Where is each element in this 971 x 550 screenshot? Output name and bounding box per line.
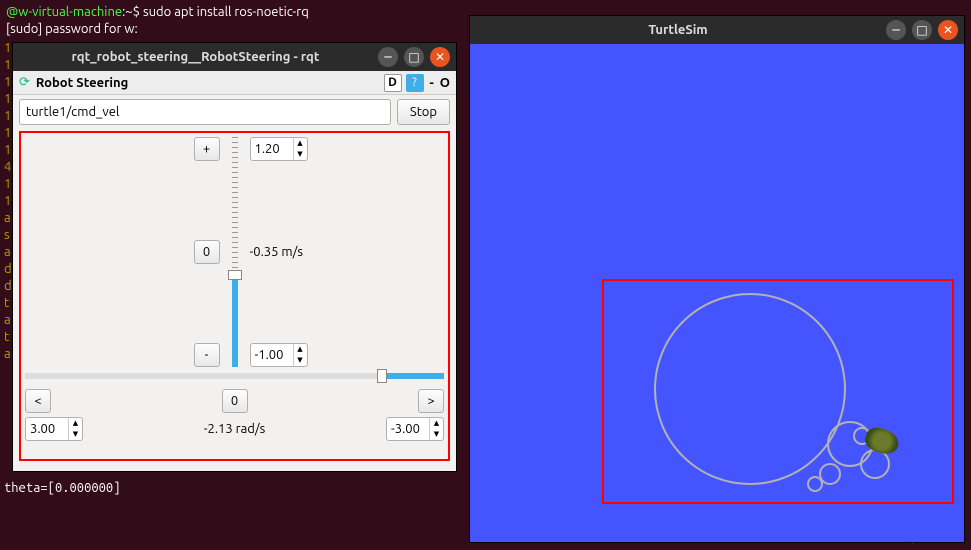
angular-zero-button[interactable]: 0 [222,389,248,413]
panel-label: Robot Steering [36,76,128,90]
angular-max-input[interactable] [26,422,68,436]
dock-button[interactable]: D [384,74,402,92]
spinner-down-icon[interactable]: ▼ [294,355,307,366]
reload-icon[interactable]: ⟳ [19,75,30,90]
spinner-down-icon[interactable]: ▼ [69,429,82,440]
linear-slider[interactable] [232,137,238,367]
spinner-down-icon[interactable]: ▼ [294,149,307,160]
spinner-down-icon[interactable]: ▼ [430,429,443,440]
stop-button[interactable]: Stop [397,99,450,125]
spinner-up-icon[interactable]: ▲ [430,418,443,429]
linear-min-input[interactable] [251,348,293,362]
turtlesim-window: TurtleSim ─ □ ✕ [469,15,965,543]
angular-right-button[interactable]: > [418,389,444,413]
linear-max-spinner[interactable]: ▲▼ [250,137,308,161]
turtlesim-canvas [470,44,964,542]
linear-max-input[interactable] [251,142,293,156]
terminal-theta: theta=[0.000000] [4,480,120,497]
spinner-up-icon[interactable]: ▲ [294,344,307,355]
linear-minus-button[interactable]: - [194,343,220,367]
linear-zero-button[interactable]: 0 [194,240,220,264]
topic-input[interactable] [19,99,391,125]
turtlesim-title: TurtleSim [476,23,880,37]
controls-highlight: + 0 - ▲▼ -0.35 m/s [19,131,450,461]
close-icon[interactable]: ✕ [430,47,450,67]
linear-min-spinner[interactable]: ▲▼ [250,343,308,367]
terminal-left-column: 1111111411asaddtata [4,40,12,363]
close-icon[interactable]: ✕ [938,20,958,40]
rqt-window: rqt_robot_steering__RobotSteering - rqt … [12,42,457,472]
angular-min-spinner[interactable]: ▲▼ [386,417,444,441]
spinner-up-icon[interactable]: ▲ [69,418,82,429]
maximize-icon[interactable]: □ [404,47,424,67]
help-icon[interactable]: ? [406,74,424,92]
turtlesim-titlebar[interactable]: TurtleSim ─ □ ✕ [470,16,964,44]
angular-max-spinner[interactable]: ▲▼ [25,417,83,441]
spinner-up-icon[interactable]: ▲ [294,138,307,149]
minimize-icon[interactable]: ─ [378,47,398,67]
angular-slider[interactable] [25,373,444,379]
minimize-icon[interactable]: ─ [886,20,906,40]
toolbar-minus[interactable]: - [430,76,434,90]
rqt-titlebar[interactable]: rqt_robot_steering__RobotSteering - rqt … [13,43,456,71]
turtlesim-highlight [602,279,954,504]
angular-current: -2.13 rad/s [204,422,266,436]
maximize-icon[interactable]: □ [912,20,932,40]
rqt-title: rqt_robot_steering__RobotSteering - rqt [19,50,372,64]
angular-left-button[interactable]: < [25,389,51,413]
angular-min-input[interactable] [387,422,429,436]
linear-plus-button[interactable]: + [194,137,220,161]
plugin-toolbar: ⟳ Robot Steering D ? - O [13,71,456,95]
linear-current: -0.35 m/s [250,245,304,259]
toolbar-o[interactable]: O [440,76,450,90]
